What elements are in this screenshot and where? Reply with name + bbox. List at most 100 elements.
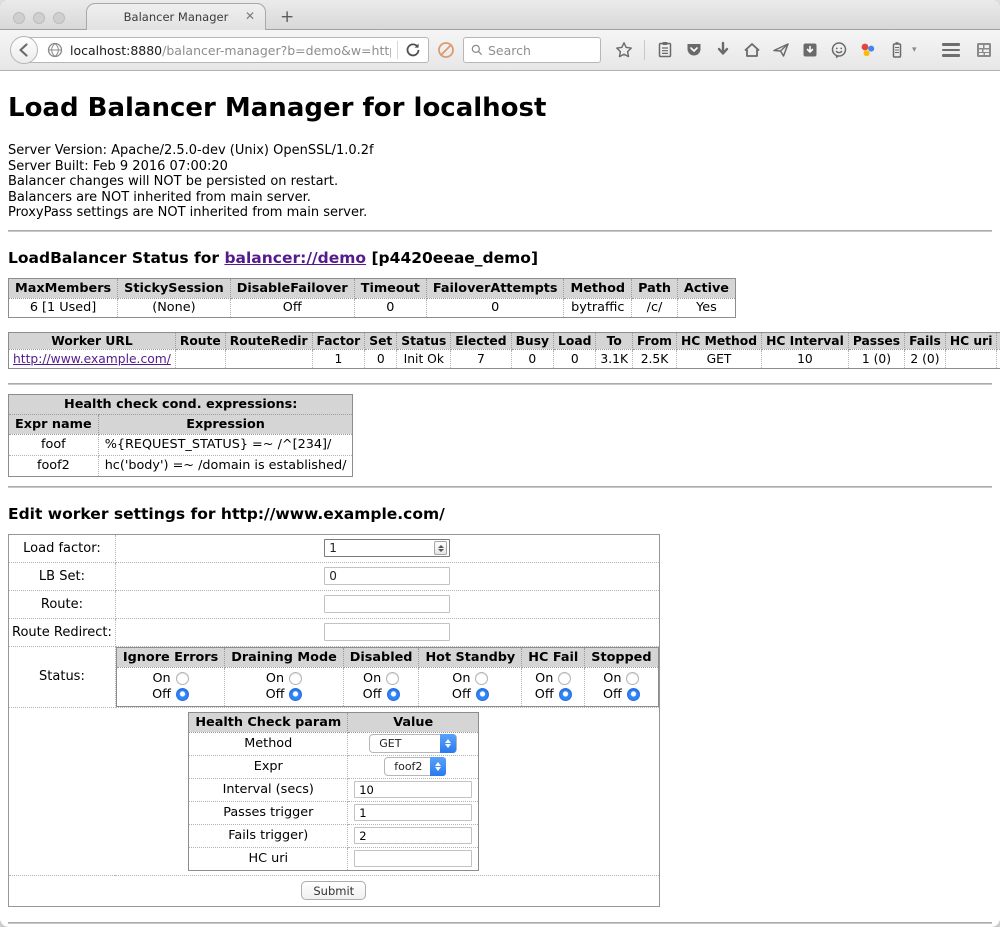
submit-button[interactable]: Submit — [301, 881, 366, 900]
balancer-cell: 0 — [354, 298, 426, 317]
new-tab-button[interactable]: + — [280, 9, 294, 26]
radio-draining-mode-on[interactable] — [289, 672, 302, 685]
load-factor-input[interactable] — [324, 539, 450, 557]
hello-smiley-icon[interactable] — [830, 41, 848, 59]
select-value: foof2 — [394, 760, 422, 773]
table-row: http://www.example.com/10Init Ok7003.1K2… — [9, 349, 1000, 368]
route-input[interactable] — [324, 595, 450, 613]
balancer-cell: 0 — [426, 298, 564, 317]
table-row: Fails trigger) — [189, 824, 479, 847]
radio-draining-mode-off[interactable] — [289, 688, 302, 701]
table-row: OnOffOnOffOnOffOnOffOnOffOnOff — [116, 667, 658, 706]
zoom-window-button[interactable] — [53, 12, 65, 24]
radio-label: Off — [603, 687, 622, 703]
radio-option: Off — [352, 687, 411, 703]
bookmark-star-icon[interactable] — [615, 41, 633, 59]
radio-label: Off — [152, 687, 171, 703]
browser-tab[interactable]: Balancer Manager ✕ — [86, 3, 266, 30]
radio-disabled-off[interactable] — [387, 688, 400, 701]
radio-stopped-on[interactable] — [626, 672, 639, 685]
tab-close-icon[interactable]: ✕ — [245, 10, 255, 22]
balancer-cell: Yes — [677, 298, 735, 317]
status-cell-draining-mode: OnOff — [225, 667, 344, 706]
back-button[interactable] — [10, 36, 38, 64]
search-icon — [470, 43, 484, 57]
save-panel-icon[interactable] — [801, 41, 819, 59]
url-text[interactable]: localhost:8880/balancer-manager?b=demo&w… — [70, 43, 391, 58]
balancer-col-failoverattempts: FailoverAttempts — [426, 278, 564, 298]
close-window-button[interactable] — [13, 12, 25, 24]
worker-cell — [225, 349, 312, 368]
expression-cell: %{REQUEST_STATUS} =~ /^[234]/ — [98, 434, 353, 455]
worker-col-factor: Factor — [312, 332, 365, 349]
load-factor-label: Load factor: — [9, 534, 116, 562]
menu-icon[interactable] — [942, 43, 960, 57]
search-bar[interactable] — [463, 37, 601, 63]
radio-hc-fail-off[interactable] — [559, 688, 572, 701]
radio-hot-standby-on[interactable] — [475, 672, 488, 685]
chevron-down-icon[interactable]: ▾ — [912, 45, 917, 55]
radio-label: Off — [266, 687, 285, 703]
downloads-icon[interactable] — [714, 41, 732, 59]
table-row: foof2hc('body') =~ /domain is establishe… — [9, 455, 353, 476]
radio-ignore-errors-off[interactable] — [176, 688, 189, 701]
divider — [8, 383, 992, 385]
worker-cell: 10 — [762, 349, 849, 368]
expr-name-cell: foof — [9, 434, 99, 455]
search-input[interactable] — [488, 43, 588, 58]
hc-col-value: Value — [348, 712, 479, 732]
pocket-icon[interactable] — [685, 41, 703, 59]
balancer-col-timeout: Timeout — [354, 278, 426, 298]
colored-dots-extension-icon[interactable] — [859, 41, 877, 59]
hc-value-cell — [348, 801, 479, 824]
reading-list-icon[interactable] — [656, 41, 674, 59]
radio-disabled-on[interactable] — [386, 672, 399, 685]
hc-label-passes-trigger: Passes trigger — [189, 801, 348, 824]
worker-cell: 1 — [312, 349, 365, 368]
grid-extension-icon[interactable] — [975, 41, 993, 59]
select-stepper-icon — [440, 734, 456, 753]
radio-stopped-off[interactable] — [627, 688, 640, 701]
worker-cell: 0 — [554, 349, 596, 368]
interval-secs-input[interactable] — [354, 781, 472, 798]
worker-col-worker-url: Worker URL — [9, 332, 176, 349]
table-row: Interval (secs) — [189, 778, 479, 801]
titlebar: Balancer Manager ✕ + — [0, 0, 1000, 30]
radio-hot-standby-off[interactable] — [476, 688, 489, 701]
reload-icon[interactable] — [404, 41, 422, 59]
expr-select[interactable]: foof2 — [384, 757, 442, 776]
status-cell-ignore-errors: OnOff — [116, 667, 224, 706]
home-icon[interactable] — [743, 41, 761, 59]
passes-trigger-input[interactable] — [354, 804, 472, 821]
fails-trigger-input[interactable] — [354, 827, 472, 844]
hc-value-cell — [348, 778, 479, 801]
balancer-col-maxmembers: MaxMembers — [9, 278, 118, 298]
hc-col-health-check-param: Health Check param — [189, 712, 348, 732]
status-label: Status: — [9, 646, 116, 707]
lb-set-input[interactable] — [324, 567, 450, 585]
radio-ignore-errors-on[interactable] — [176, 672, 189, 685]
send-icon[interactable] — [772, 41, 790, 59]
lb-set-label: LB Set: — [9, 562, 116, 590]
radio-hc-fail-on[interactable] — [558, 672, 571, 685]
worker-cell: GET — [677, 349, 762, 368]
hc-uri-input[interactable] — [354, 850, 472, 867]
number-stepper-icon[interactable] — [434, 541, 447, 555]
radio-option: On — [233, 671, 335, 687]
radio-label: On — [363, 671, 381, 687]
radio-label: On — [152, 671, 170, 687]
url-bar[interactable]: localhost:8880/balancer-manager?b=demo&w… — [23, 37, 429, 63]
worker-url-link[interactable]: http://www.example.com/ — [13, 352, 171, 366]
adblock-icon[interactable] — [437, 41, 455, 59]
status-col-disabled: Disabled — [343, 647, 419, 667]
balancer-demo-link[interactable]: balancer://demo — [224, 249, 366, 267]
method-select[interactable]: GET — [369, 734, 457, 753]
hc-value-cell: foof2 — [348, 755, 479, 778]
status-col-ignore-errors: Ignore Errors — [116, 647, 224, 667]
minimize-window-button[interactable] — [33, 12, 45, 24]
route-redirect-input[interactable] — [324, 623, 450, 641]
url-separator — [397, 41, 398, 59]
worker-cell: 3.1K — [596, 349, 633, 368]
worker-col-hc-interval: HC Interval — [762, 332, 849, 349]
battery-extension-icon[interactable] — [888, 41, 906, 59]
